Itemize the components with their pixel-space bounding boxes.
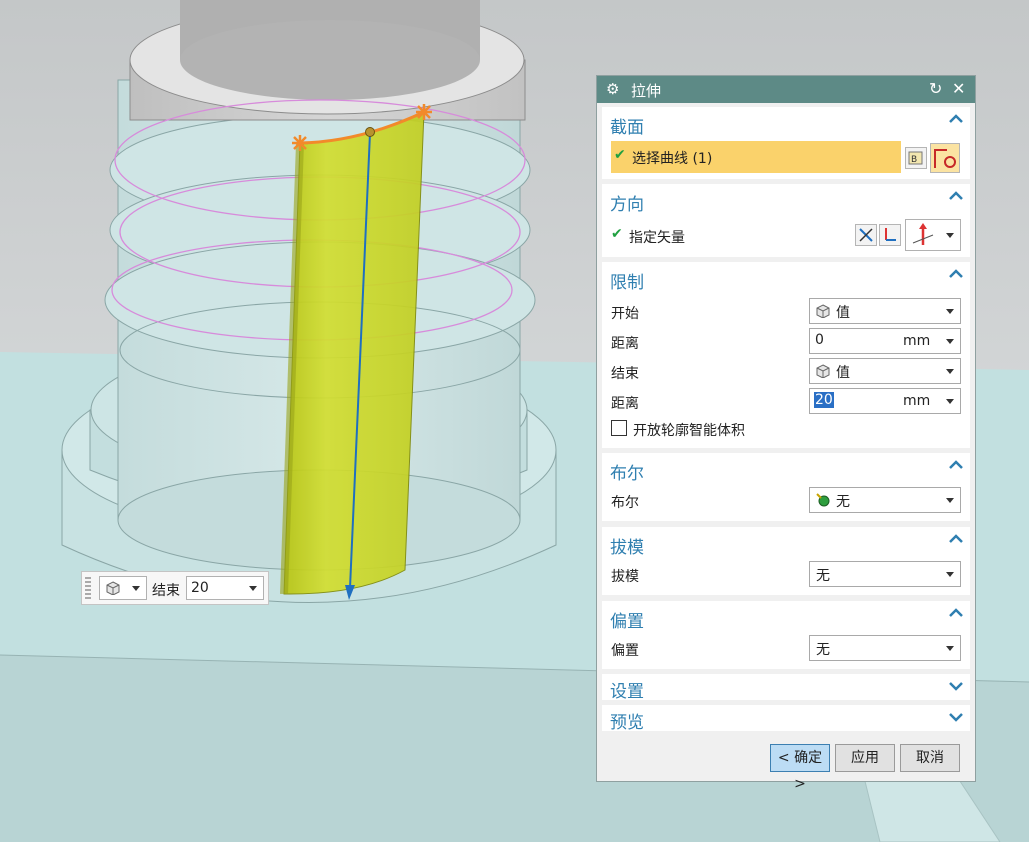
direction-group: 方向 ✔ 指定矢量 xyxy=(602,184,970,257)
chevron-up-icon[interactable] xyxy=(948,266,964,282)
floatbar-value: 20 xyxy=(191,580,209,596)
chevron-up-icon[interactable] xyxy=(948,457,964,473)
chevron-up-icon[interactable] xyxy=(948,111,964,127)
floatbar-grip[interactable] xyxy=(85,577,91,599)
curve-endpoint-start[interactable] xyxy=(292,135,308,151)
vector-constructor-combo[interactable] xyxy=(905,219,961,251)
chevron-up-icon[interactable] xyxy=(948,188,964,204)
end-label: 结束 xyxy=(611,366,639,382)
curve-rule-icon: B xyxy=(908,151,923,165)
offset-group: 偏置 偏置 无 xyxy=(602,601,970,669)
settings-group[interactable]: 设置 xyxy=(602,674,970,702)
chevron-down-icon xyxy=(132,586,140,591)
chevron-down-icon xyxy=(946,339,954,344)
direction-header[interactable]: 方向 xyxy=(610,190,644,215)
section-header[interactable]: 截面 xyxy=(610,113,644,138)
reset-icon[interactable]: ↻ xyxy=(929,79,942,98)
preview-header[interactable]: 预览 xyxy=(610,708,644,733)
vector-dialog-button[interactable] xyxy=(879,224,901,246)
end-distance-label: 距离 xyxy=(611,396,639,412)
settings-gear-icon[interactable]: ⚙ xyxy=(606,80,619,98)
svg-text:B: B xyxy=(911,155,917,165)
floating-limit-toolbar: 结束 20 xyxy=(81,571,269,605)
chevron-down-icon xyxy=(946,399,954,404)
chevron-up-icon[interactable] xyxy=(948,605,964,621)
boolean-header[interactable]: 布尔 xyxy=(610,459,644,484)
settings-header[interactable]: 设置 xyxy=(610,677,644,702)
vector-constructor-icon xyxy=(912,223,934,245)
sketch-section-icon xyxy=(934,149,956,168)
chevron-down-icon xyxy=(249,586,257,591)
specify-vector-label: 指定矢量 xyxy=(629,230,685,246)
chevron-down-icon xyxy=(946,309,954,314)
chevron-down-icon[interactable] xyxy=(948,709,964,725)
extruded-surface[interactable] xyxy=(283,111,425,595)
chevron-up-icon[interactable] xyxy=(948,531,964,547)
end-distance-value: 20 xyxy=(814,392,834,408)
draft-group: 拔模 拔模 无 xyxy=(602,527,970,595)
preview-group[interactable]: 预览 xyxy=(602,705,970,733)
start-type-value: 值 xyxy=(836,305,850,321)
chevron-down-icon xyxy=(946,498,954,503)
draft-combo[interactable]: 无 xyxy=(809,561,961,587)
start-label: 开始 xyxy=(611,306,639,322)
cube-value-icon xyxy=(106,581,120,595)
vector-origin-handle[interactable] xyxy=(365,127,375,137)
offset-value: 无 xyxy=(816,642,830,658)
check-icon: ✔ xyxy=(614,147,626,163)
chevron-down-icon xyxy=(946,369,954,374)
end-distance-unit: mm xyxy=(903,393,931,409)
draft-label: 拔模 xyxy=(611,569,639,585)
start-distance-unit: mm xyxy=(903,333,931,349)
chevron-down-icon xyxy=(946,646,954,651)
offset-label: 偏置 xyxy=(611,643,639,659)
dialog-titlebar[interactable]: ⚙ 拉伸 ↻ ✕ xyxy=(597,76,975,103)
cube-value-icon xyxy=(816,304,830,318)
boolean-value: 无 xyxy=(836,494,850,510)
reverse-direction-button[interactable] xyxy=(855,224,877,246)
draft-value: 无 xyxy=(816,568,830,584)
select-curve-label: 选择曲线 (1) xyxy=(632,151,713,167)
sketch-section-button[interactable] xyxy=(930,143,960,173)
ok-button[interactable]: < 确定 > xyxy=(770,744,830,792)
boolean-none-icon xyxy=(816,493,830,507)
end-type-combo[interactable]: 值 xyxy=(809,358,961,384)
limits-group: 限制 开始 值 距离 0 mm 结束 值 距离 20 mm 开放轮廓智能体积 xyxy=(602,262,970,448)
boolean-group: 布尔 布尔 无 xyxy=(602,453,970,521)
limits-header[interactable]: 限制 xyxy=(610,268,644,293)
reverse-direction-icon xyxy=(859,228,873,242)
top-shaft-base xyxy=(180,20,480,100)
start-type-combo[interactable]: 值 xyxy=(809,298,961,324)
floatbar-label: 结束 xyxy=(152,583,180,599)
start-distance-input[interactable]: 0 mm xyxy=(809,328,961,354)
dialog-title: 拉伸 xyxy=(631,82,662,100)
close-icon[interactable]: ✕ xyxy=(952,79,965,98)
vector-dialog-icon xyxy=(885,228,896,241)
extrude-dialog: ⚙ 拉伸 ↻ ✕ 截面 ✔ 选择曲线 (1) B 方向 ✔ 指定矢量 限制 开始… xyxy=(596,75,976,792)
draft-header[interactable]: 拔模 xyxy=(610,533,644,558)
start-distance-value: 0 xyxy=(815,332,824,348)
boolean-combo[interactable]: 无 xyxy=(809,487,961,513)
end-type-value: 值 xyxy=(836,365,850,381)
chevron-down-icon xyxy=(946,233,954,238)
chevron-down-icon xyxy=(946,572,954,577)
boolean-label: 布尔 xyxy=(611,495,639,511)
offset-combo[interactable]: 无 xyxy=(809,635,961,661)
check-icon: ✔ xyxy=(611,226,623,242)
apply-button[interactable]: 应用 xyxy=(835,744,895,772)
open-profile-label: 开放轮廓智能体积 xyxy=(633,423,745,439)
floatbar-value-combo[interactable]: 20 xyxy=(186,576,264,600)
cube-value-icon xyxy=(816,364,830,378)
section-group: 截面 ✔ 选择曲线 (1) B xyxy=(602,107,970,179)
end-distance-input[interactable]: 20 mm xyxy=(809,388,961,414)
cancel-button[interactable]: 取消 xyxy=(900,744,960,772)
open-profile-checkbox[interactable] xyxy=(611,420,627,436)
chevron-down-icon[interactable] xyxy=(948,678,964,694)
offset-header[interactable]: 偏置 xyxy=(610,607,644,632)
floatbar-type-combo[interactable] xyxy=(99,576,147,600)
start-distance-label: 距离 xyxy=(611,336,639,352)
curve-rule-button[interactable]: B xyxy=(905,147,927,169)
curve-endpoint-end[interactable] xyxy=(416,104,432,120)
select-curve-row[interactable]: ✔ 选择曲线 (1) xyxy=(611,141,901,173)
